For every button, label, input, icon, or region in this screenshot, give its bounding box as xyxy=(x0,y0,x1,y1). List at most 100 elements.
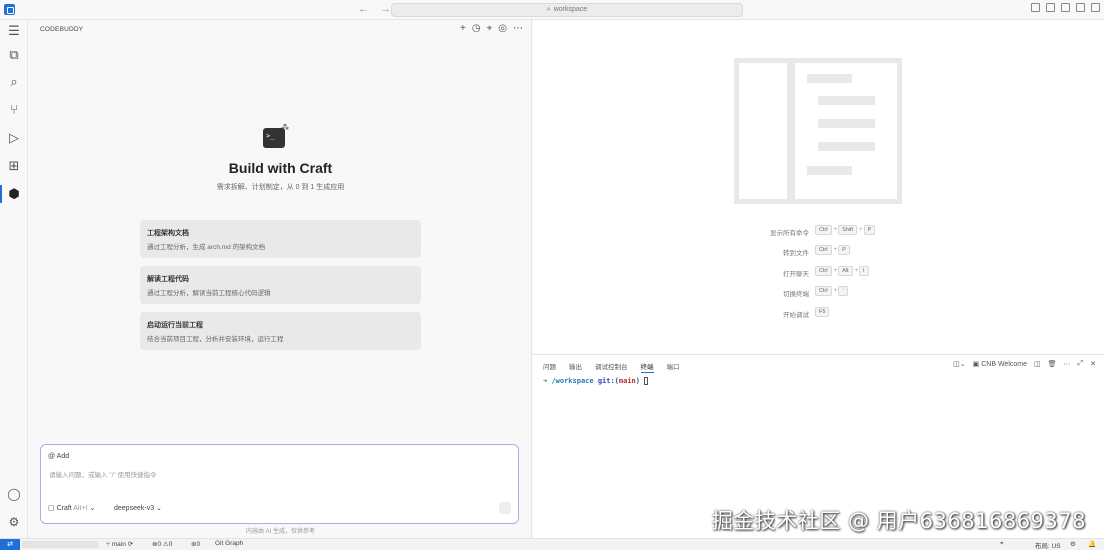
branch-status[interactable]: ⑂ main ⟳ xyxy=(106,540,133,548)
mode-label: Craft xyxy=(56,505,72,512)
card-title: 解读工程代码 xyxy=(147,276,189,283)
shortcut-keys: F5 xyxy=(815,307,830,317)
hero-subtitle: 需求拆解、计划制定，从 0 到 1 生成应用 xyxy=(216,184,345,191)
settings-sync-icon[interactable]: ⚙ xyxy=(1070,540,1076,548)
hero-title: Build with Craft xyxy=(228,160,333,176)
site-watermark: 掘金技术社区 @ 用户636816869378 xyxy=(711,509,1086,533)
editor-watermark-logo xyxy=(734,58,902,204)
suggestion-card[interactable]: 启动运行当前工程 结合当前项目工程，分析并安装环境，运行工程 xyxy=(140,312,421,350)
suggestion-card[interactable]: 工程架构文档 通过工程分析，生成 arch.md 的架构文档 xyxy=(140,220,421,258)
toggle-sidebar-icon[interactable] xyxy=(1046,3,1055,12)
shortcut-label: 开始调试 xyxy=(783,312,809,319)
mode-selector[interactable]: ▢ Craft Alt+I ⌄ xyxy=(48,504,95,512)
shortcut-label: 转到文件 xyxy=(783,250,809,257)
shortcut-label: 切换终端 xyxy=(783,291,809,298)
account-icon[interactable]: ◯ xyxy=(5,485,23,503)
search-text: workspace xyxy=(553,6,588,13)
run-debug-icon[interactable]: ▷ xyxy=(5,129,23,147)
tab-ports[interactable]: 端口 xyxy=(667,361,680,373)
card-description: 通过工程分析，解读当前工程核心代码逻辑 xyxy=(147,290,271,297)
plus-icon[interactable]: + xyxy=(460,23,466,34)
more-icon[interactable]: ⋯ xyxy=(1064,360,1071,368)
shortcut-row: 开始调试 F5 xyxy=(703,307,1003,319)
editor-area: 显示所有命令 Ctrl + Shift + P 转到文件 Ctrl + P 打开聊天 Ctr… xyxy=(533,20,1104,354)
shortcut-keys: Ctrl + P xyxy=(815,245,851,255)
chat-placeholder[interactable]: 请输入问题，或输入 "/" 使用快捷指令 xyxy=(49,469,157,479)
layout-icon[interactable] xyxy=(1031,3,1040,12)
add-label: Add xyxy=(56,453,70,460)
maximize-icon[interactable]: ⤢ xyxy=(1078,360,1084,368)
split-icon[interactable]: ◫ xyxy=(1034,360,1041,368)
sparkle-icon: ⁂ xyxy=(281,123,289,132)
app-window: ← → ⌕ workspace ☰ ⧉ ⌕ ⑂ ▷ ⊞ ⬢ ◯ ⚙ CODEBUD… xyxy=(0,0,1104,550)
git-graph-button[interactable]: Git Graph xyxy=(215,540,243,547)
toggle-secondary-sidebar-icon[interactable] xyxy=(1076,3,1085,12)
card-description: 通过工程分析，生成 arch.md 的架构文档 xyxy=(147,244,266,251)
mode-hint: Alt+I xyxy=(73,505,88,512)
shortcut-label: 显示所有命令 xyxy=(770,230,809,237)
app-logo-icon xyxy=(4,4,15,15)
model-selector[interactable]: deepseek-v3 ⌄ xyxy=(114,504,162,512)
history-icon[interactable]: ◷ xyxy=(472,23,481,34)
keyboard-layout[interactable]: 布局: US xyxy=(1035,540,1061,550)
toggle-panel-icon[interactable] xyxy=(1061,3,1070,12)
panel-actions: + ◷ ⌖ ◎ ⋯ xyxy=(460,23,523,34)
manage-gear-icon[interactable]: ⚙ xyxy=(5,513,23,531)
shortcut-row: 切换终端 Ctrl + ` xyxy=(703,286,1003,298)
codebuddy-icon[interactable]: ⬢ xyxy=(5,185,23,203)
close-window-icon[interactable] xyxy=(1091,3,1100,12)
more-icon[interactable]: ⋯ xyxy=(513,23,523,34)
terminal-instance[interactable]: ▣ CNB Welcome xyxy=(973,360,1027,368)
model-label: deepseek-v3 xyxy=(114,505,155,512)
search-icon: ⌕ xyxy=(546,6,551,13)
mode-icon: ▢ xyxy=(48,505,57,512)
split-terminal-icon[interactable]: ◫⌄ xyxy=(953,360,965,368)
trash-icon[interactable]: 🗑 xyxy=(1048,360,1057,368)
target-icon[interactable]: ◎ xyxy=(498,23,507,34)
remote-icon[interactable]: ⇄ xyxy=(0,539,20,550)
source-control-icon[interactable]: ⑂ xyxy=(5,101,23,119)
send-button[interactable] xyxy=(499,502,511,514)
extensions-icon[interactable]: ⊞ xyxy=(5,157,23,175)
shortcut-keys: Ctrl + ` xyxy=(815,286,849,296)
add-context-button[interactable]: @ Add xyxy=(48,453,69,460)
terminal-prompt[interactable]: ➜ /workspace git:(main) xyxy=(543,377,649,385)
at-icon: @ xyxy=(48,453,57,460)
window-controls xyxy=(1031,3,1100,12)
problems-status[interactable]: ⊗0 ⚠0 xyxy=(152,540,172,548)
suggestion-card[interactable]: 解读工程代码 通过工程分析，解读当前工程核心代码逻辑 xyxy=(140,266,421,304)
arrow-right-icon[interactable]: → xyxy=(380,3,391,15)
shortcut-row: 显示所有命令 Ctrl + Shift + P xyxy=(703,225,1003,237)
tab-terminal[interactable]: 终端 xyxy=(640,361,654,373)
arrow-left-icon[interactable]: ← xyxy=(358,3,369,15)
panel-tabs: 问题 输出 调试控制台 终端 端口 xyxy=(543,361,680,373)
shortcut-row: 转到文件 Ctrl + P xyxy=(703,245,1003,257)
shortcut-row: 打开聊天 Ctrl + Alt + I xyxy=(703,266,1003,278)
blurred-status xyxy=(22,541,98,548)
chat-input-box[interactable]: @ Add 请输入问题，或输入 "/" 使用快捷指令 ▢ Craft Alt+I… xyxy=(40,444,519,524)
notifications-icon[interactable]: 🔔 xyxy=(1088,540,1096,548)
terminal-cursor xyxy=(644,377,649,385)
activity-bar: ☰ ⧉ ⌕ ⑂ ▷ ⊞ ⬢ ◯ ⚙ xyxy=(0,20,28,538)
command-search-input[interactable]: ⌕ workspace xyxy=(391,3,743,17)
explorer-icon[interactable]: ⧉ xyxy=(5,46,23,64)
search-icon[interactable]: ⌕ xyxy=(5,73,23,91)
copilot-icon[interactable]: ⌖ xyxy=(1000,540,1004,548)
card-title: 工程架构文档 xyxy=(147,230,189,237)
shortcut-keys: Ctrl + Shift + P xyxy=(815,225,876,235)
status-bar: ⇄ ⑂ main ⟳ ⊗0 ⚠0 ⊛0 Git Graph ⌖ 布局: US ⚙… xyxy=(0,538,1104,550)
active-indicator xyxy=(0,185,2,203)
ai-disclaimer: 内容由 AI 生成，仅供参考 xyxy=(245,529,315,535)
settings-icon[interactable]: ⌖ xyxy=(487,23,493,34)
codebuddy-panel: CODEBUDDY + ◷ ⌖ ◎ ⋯ ⁂ Build with Craft 需… xyxy=(29,20,532,538)
tab-debug-console[interactable]: 调试控制台 xyxy=(595,361,628,373)
ports-status[interactable]: ⊛0 xyxy=(191,540,200,548)
close-icon[interactable]: ✕ xyxy=(1090,360,1096,368)
card-description: 结合当前项目工程，分析并安装环境，运行工程 xyxy=(147,336,284,343)
tab-output[interactable]: 输出 xyxy=(569,361,582,373)
sync-icon: ⟳ xyxy=(127,541,134,548)
card-title: 启动运行当前工程 xyxy=(147,322,203,329)
menu-icon[interactable]: ☰ xyxy=(5,22,23,40)
terminal-icon: ▣ xyxy=(972,361,982,368)
tab-problems[interactable]: 问题 xyxy=(543,361,556,373)
